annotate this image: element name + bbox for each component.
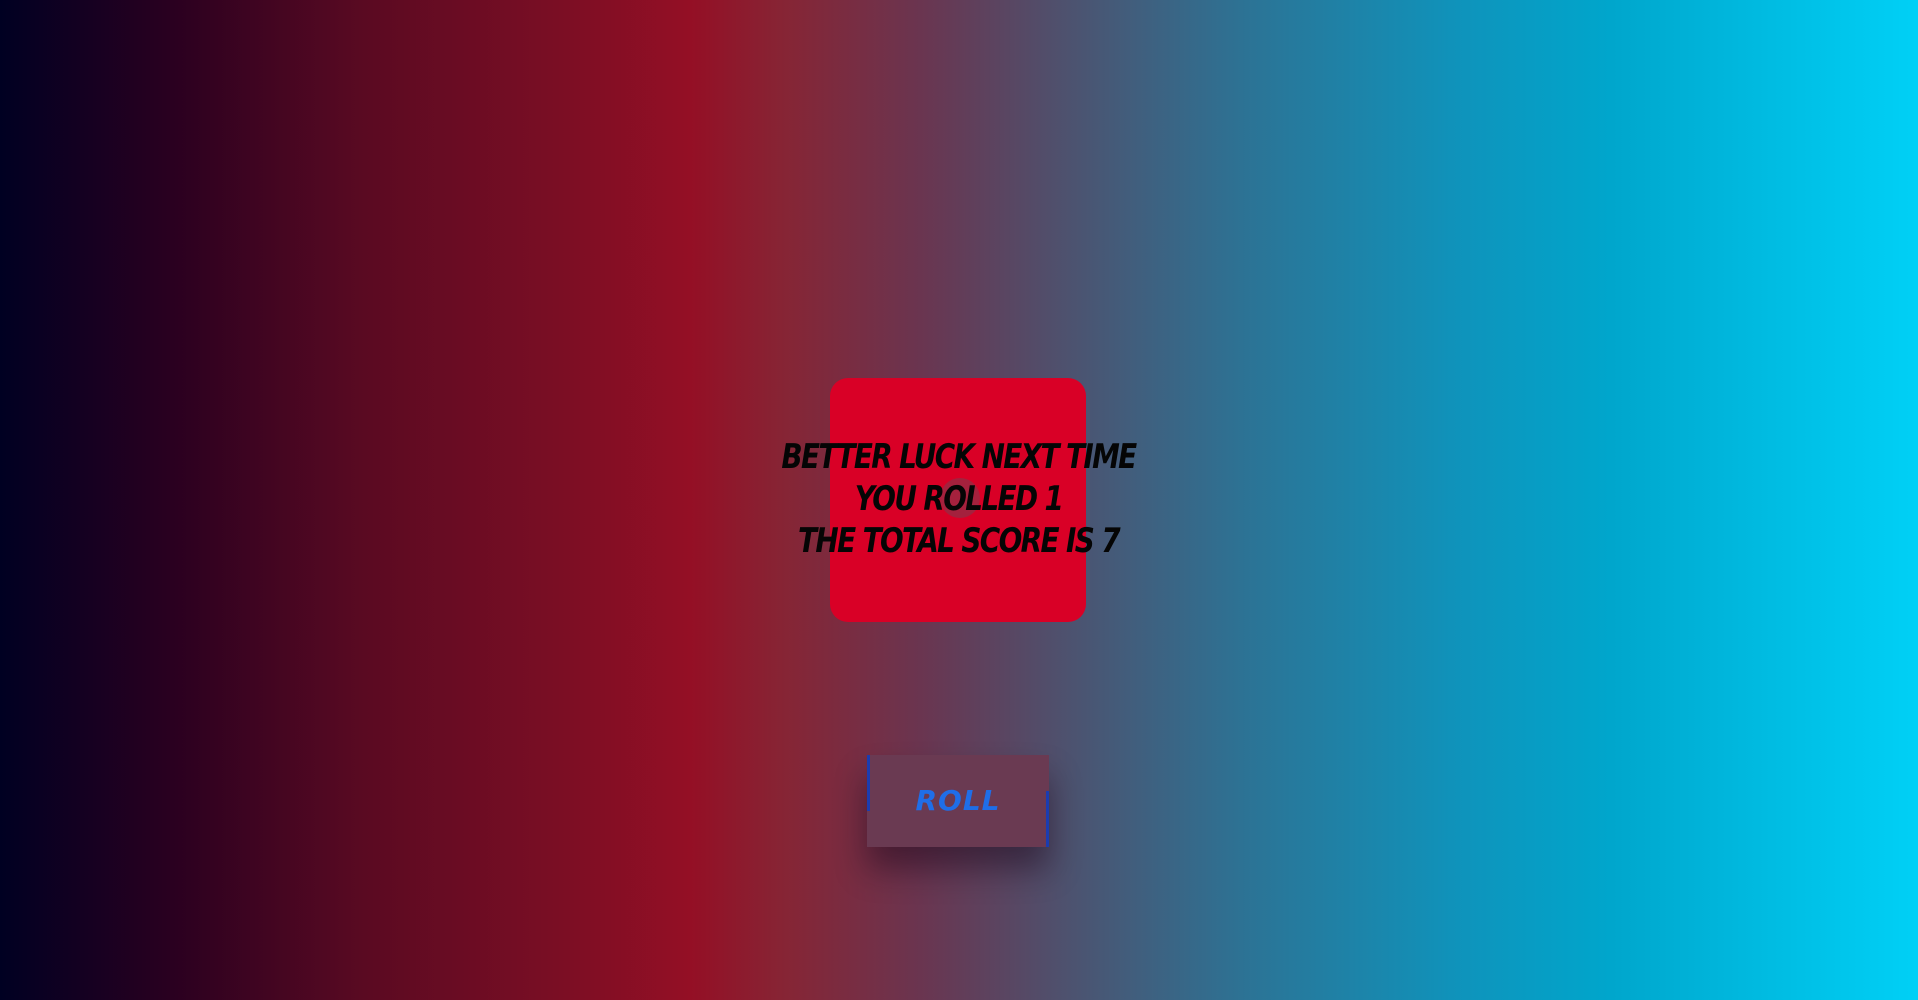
roll-button[interactable]: Roll (867, 755, 1049, 847)
rolled-value-text: You rolled 1 (854, 479, 1064, 519)
result-message: Better luck next time You rolled 1 The t… (747, 436, 1171, 562)
roll-button-label: Roll (915, 784, 1001, 817)
result-headline: Better luck next time (781, 437, 1137, 477)
total-score-text: The total score is 7 (798, 521, 1121, 561)
